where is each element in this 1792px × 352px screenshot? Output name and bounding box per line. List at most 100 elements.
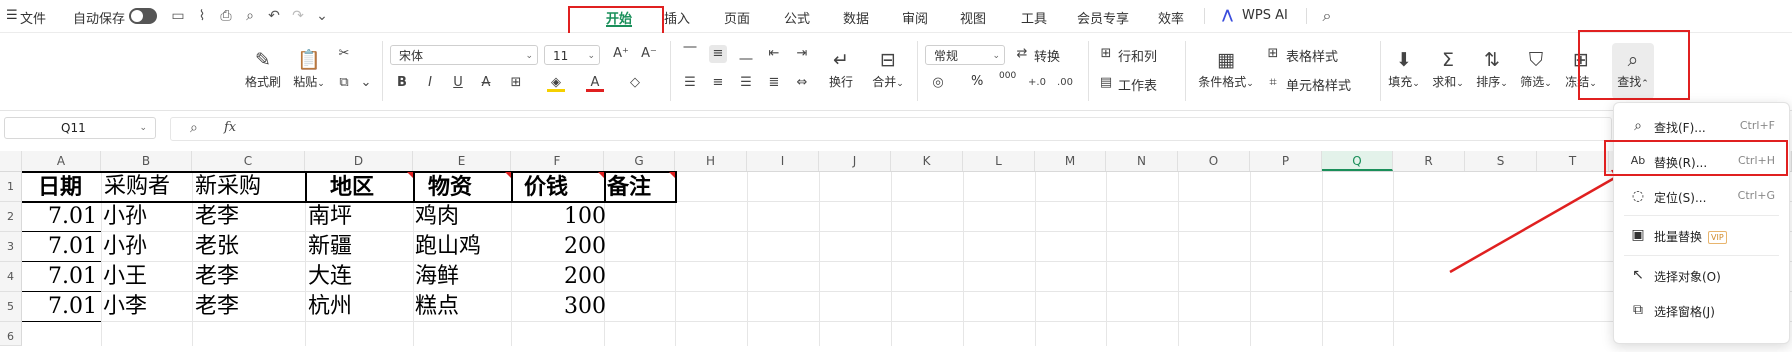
tab-tools[interactable]: 工具	[1021, 8, 1047, 27]
menu-item-locate[interactable]: ◌ 定位(S)... Ctrl+G	[1614, 179, 1789, 213]
cell-style-icon[interactable]: ⌗	[1264, 74, 1282, 92]
column-header[interactable]: J	[819, 151, 891, 171]
cell[interactable]: 300	[564, 292, 606, 322]
print-icon[interactable]: ⎙	[217, 7, 235, 25]
cell[interactable]: 7.01	[48, 262, 97, 292]
cell-header-price[interactable]: 价钱	[524, 172, 568, 202]
worksheet-icon[interactable]: ▤	[1097, 74, 1115, 92]
number-format-select[interactable]: 常规 ⌄	[925, 45, 1005, 65]
undo-icon[interactable]: ↶	[265, 7, 283, 25]
underline-icon[interactable]: U	[449, 74, 467, 92]
column-header[interactable]: D	[305, 151, 413, 171]
formula-input[interactable]	[170, 117, 1612, 141]
conditional-format-button[interactable]: ▦ 条件格式⌄	[1192, 47, 1260, 90]
column-header[interactable]: A	[22, 151, 101, 171]
column-header[interactable]: G	[604, 151, 675, 171]
column-header[interactable]: L	[963, 151, 1035, 171]
copy-icon[interactable]: ⧉	[335, 74, 353, 92]
tab-review[interactable]: 审阅	[902, 8, 928, 27]
increase-font-icon[interactable]: A⁺	[612, 45, 630, 63]
align-bottom-icon[interactable]: ⎽	[737, 45, 755, 63]
cell[interactable]: 小王	[103, 262, 147, 292]
italic-icon[interactable]: I	[421, 74, 439, 92]
row-header[interactable]: 4	[0, 262, 22, 292]
menu-item-find[interactable]: ⌕ 查找(F)... Ctrl+F	[1614, 109, 1789, 143]
column-header[interactable]: N	[1106, 151, 1178, 171]
save-icon[interactable]: ▭	[169, 7, 187, 25]
tab-page[interactable]: 页面	[724, 8, 750, 27]
fill-button[interactable]: ⬇ 填充⌄	[1384, 47, 1424, 90]
search-icon[interactable]: ⌕	[1318, 7, 1336, 25]
zoom-formula-icon[interactable]: ⌕	[190, 120, 198, 136]
sort-button[interactable]: ⇅ 排序⌄	[1472, 47, 1512, 90]
align-left-icon[interactable]: ☰	[681, 74, 699, 92]
column-header[interactable]: P	[1250, 151, 1322, 171]
cut-icon[interactable]: ✂	[335, 45, 353, 63]
paste-button[interactable]: 📋 粘贴⌄	[289, 47, 329, 90]
select-all-corner[interactable]	[0, 151, 22, 171]
format-icon[interactable]: ⌄	[357, 74, 375, 92]
cell[interactable]: 老李	[195, 262, 239, 292]
distribute-icon[interactable]: ⇔	[793, 74, 811, 92]
cell[interactable]: 大连	[308, 262, 352, 292]
increase-decimal-icon[interactable]: +.0	[1028, 74, 1046, 92]
font-name-select[interactable]: 宋体 ⌄	[390, 45, 538, 65]
cell[interactable]: 老李	[195, 202, 239, 232]
percent-button[interactable]: %	[971, 74, 983, 89]
align-center-icon[interactable]: ≡	[709, 74, 727, 92]
column-header[interactable]: F	[511, 151, 604, 171]
column-header[interactable]: M	[1035, 151, 1106, 171]
cell[interactable]: 杭州	[308, 292, 352, 322]
redo-icon[interactable]: ↷	[289, 7, 307, 25]
menu-item-batch-replace[interactable]: ▣ 批量替换 VIP	[1614, 218, 1789, 252]
menu-item-selection-pane[interactable]: ⧉ 选择窗格(J)	[1614, 293, 1789, 327]
font-color-icon[interactable]: A	[586, 74, 604, 92]
row-header[interactable]: 3	[0, 232, 22, 262]
sum-button[interactable]: Σ 求和⌄	[1428, 47, 1468, 90]
cell[interactable]: 100	[564, 202, 606, 232]
tab-formula[interactable]: 公式	[784, 8, 810, 27]
column-header-selected[interactable]: Q	[1322, 151, 1393, 171]
decrease-indent-icon[interactable]: ⇤	[765, 45, 783, 63]
column-header[interactable]: C	[192, 151, 305, 171]
justify-icon[interactable]: ≣	[765, 74, 783, 92]
cell-header-date[interactable]: 日期	[38, 172, 82, 202]
tab-view[interactable]: 视图	[960, 8, 986, 27]
file-menu[interactable]: 文件	[20, 8, 46, 27]
clear-format-icon[interactable]: ◇	[626, 74, 644, 92]
column-header[interactable]: H	[675, 151, 747, 171]
cell[interactable]: 糕点	[415, 292, 459, 322]
bold-icon[interactable]: B	[393, 74, 411, 92]
cell-header-new-buyer[interactable]: 新采购	[195, 172, 261, 202]
cell-style-button[interactable]: 单元格样式	[1286, 75, 1351, 94]
convert-icon[interactable]: ⇄	[1013, 45, 1031, 63]
increase-indent-icon[interactable]: ⇥	[793, 45, 811, 63]
border-icon[interactable]: ⊞	[507, 74, 525, 92]
cell[interactable]: 7.01	[48, 232, 97, 262]
merge-button[interactable]: ⊟ 合并⌄	[864, 47, 912, 90]
chevron-down-icon[interactable]: ⌄	[313, 7, 331, 25]
currency-icon[interactable]: ◎	[929, 74, 947, 92]
format-painter-button[interactable]: ✎ 格式刷	[243, 47, 283, 90]
table-style-button[interactable]: 表格样式	[1286, 46, 1338, 65]
row-header[interactable]: 1	[0, 172, 22, 202]
font-size-select[interactable]: 11 ⌄	[544, 45, 600, 65]
cell[interactable]: 7.01	[48, 202, 97, 232]
cell[interactable]: 小孙	[103, 232, 147, 262]
cell[interactable]: 南坪	[308, 202, 352, 232]
align-middle-icon[interactable]: ≡	[709, 45, 727, 63]
menu-item-select-object[interactable]: ↖ 选择对象(O)	[1614, 258, 1789, 292]
tab-insert[interactable]: 插入	[664, 8, 690, 27]
tab-member[interactable]: 会员专享	[1077, 8, 1129, 27]
cell[interactable]: 新疆	[308, 232, 352, 262]
row-header[interactable]: 5	[0, 292, 22, 322]
filter-button[interactable]: ⛉ 筛选⌄	[1516, 47, 1556, 90]
tab-wps-ai[interactable]: WPS AI	[1242, 8, 1288, 23]
cell-header-region[interactable]: 地区	[330, 172, 374, 202]
cell[interactable]: 7.01	[48, 292, 97, 322]
row-col-icon[interactable]: ⊞	[1097, 45, 1115, 63]
table-style-icon[interactable]: ⊞	[1264, 45, 1282, 63]
decrease-font-icon[interactable]: A⁻	[640, 45, 658, 63]
cell-header-buyer[interactable]: 采购者	[104, 172, 170, 202]
worksheet-button[interactable]: 工作表	[1118, 75, 1157, 94]
